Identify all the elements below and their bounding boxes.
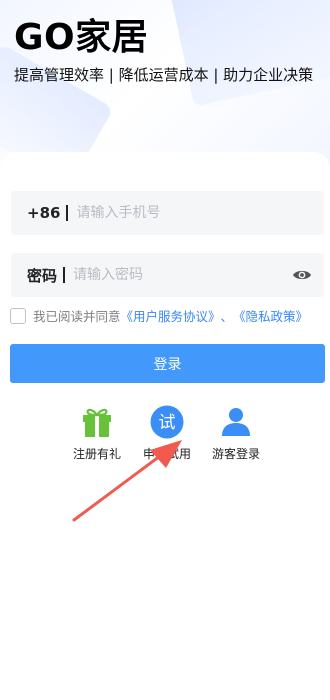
- decorative-shape: [169, 0, 330, 107]
- phone-field[interactable]: +86: [11, 191, 324, 235]
- trial-icon-text: 试: [159, 413, 176, 433]
- password-field[interactable]: 密码: [11, 253, 324, 297]
- password-label: 密码: [27, 266, 58, 285]
- agreement-text: 我已阅读并同意: [33, 309, 121, 324]
- user-icon: [222, 408, 250, 436]
- option-label: 申请试用: [142, 447, 191, 461]
- trial-option[interactable]: 试 申请试用: [132, 405, 202, 462]
- privacy-policy-link[interactable]: 《隐私政策》: [233, 306, 308, 325]
- guest-login-option[interactable]: 游客登录: [201, 405, 271, 462]
- user-agreement-link[interactable]: 《用户服务协议》: [121, 306, 221, 325]
- field-divider: [66, 205, 69, 221]
- password-input[interactable]: [73, 267, 292, 283]
- tagline: 提高管理效率 | 降低运营成本 | 助力企业决策: [14, 66, 314, 84]
- country-code[interactable]: +86: [27, 204, 60, 222]
- login-button[interactable]: 登录: [10, 344, 325, 383]
- agreement-separator: 、: [220, 309, 234, 324]
- option-label: 注册有礼: [72, 447, 121, 461]
- brand-title: GO家居: [14, 17, 149, 58]
- register-gift-option[interactable]: 注册有礼: [62, 405, 132, 462]
- gift-icon: [83, 408, 111, 437]
- eye-icon[interactable]: [292, 268, 312, 282]
- trial-icon: 试: [150, 405, 184, 439]
- option-label: 游客登录: [211, 447, 260, 461]
- phone-input[interactable]: [76, 205, 324, 221]
- field-divider: [63, 267, 66, 283]
- agreement-row: 我已阅读并同意 《用户服务协议》 、 《隐私政策》: [10, 306, 308, 325]
- agreement-checkbox[interactable]: [10, 307, 26, 324]
